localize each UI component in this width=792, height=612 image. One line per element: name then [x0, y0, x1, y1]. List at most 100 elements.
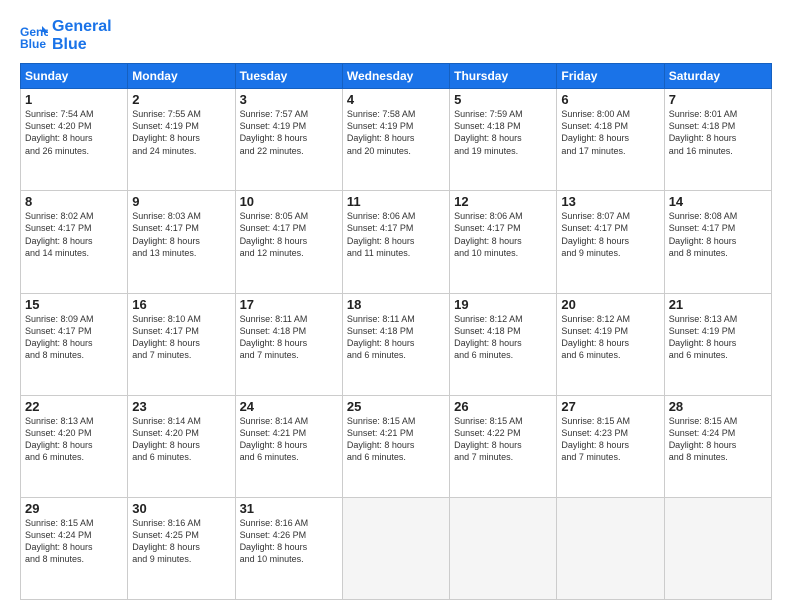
day-cell-3: 3Sunrise: 7:57 AMSunset: 4:19 PMDaylight… — [235, 89, 342, 191]
day-info: Sunrise: 8:06 AMSunset: 4:17 PMDaylight:… — [347, 210, 445, 259]
day-cell-19: 19Sunrise: 8:12 AMSunset: 4:18 PMDayligh… — [450, 293, 557, 395]
day-cell-23: 23Sunrise: 8:14 AMSunset: 4:20 PMDayligh… — [128, 395, 235, 497]
day-cell-22: 22Sunrise: 8:13 AMSunset: 4:20 PMDayligh… — [21, 395, 128, 497]
day-info: Sunrise: 7:57 AMSunset: 4:19 PMDaylight:… — [240, 108, 338, 157]
weekday-header-saturday: Saturday — [664, 64, 771, 89]
day-info: Sunrise: 8:13 AMSunset: 4:20 PMDaylight:… — [25, 415, 123, 464]
day-info: Sunrise: 8:12 AMSunset: 4:18 PMDaylight:… — [454, 313, 552, 362]
day-info: Sunrise: 8:05 AMSunset: 4:17 PMDaylight:… — [240, 210, 338, 259]
day-cell-27: 27Sunrise: 8:15 AMSunset: 4:23 PMDayligh… — [557, 395, 664, 497]
day-info: Sunrise: 7:55 AMSunset: 4:19 PMDaylight:… — [132, 108, 230, 157]
day-cell-16: 16Sunrise: 8:10 AMSunset: 4:17 PMDayligh… — [128, 293, 235, 395]
weekday-header-thursday: Thursday — [450, 64, 557, 89]
day-info: Sunrise: 8:12 AMSunset: 4:19 PMDaylight:… — [561, 313, 659, 362]
day-number: 12 — [454, 194, 552, 209]
day-number: 10 — [240, 194, 338, 209]
day-cell-9: 9Sunrise: 8:03 AMSunset: 4:17 PMDaylight… — [128, 191, 235, 293]
day-info: Sunrise: 8:11 AMSunset: 4:18 PMDaylight:… — [347, 313, 445, 362]
day-info: Sunrise: 8:07 AMSunset: 4:17 PMDaylight:… — [561, 210, 659, 259]
day-number: 2 — [132, 92, 230, 107]
day-info: Sunrise: 8:14 AMSunset: 4:21 PMDaylight:… — [240, 415, 338, 464]
week-row-1: 1Sunrise: 7:54 AMSunset: 4:20 PMDaylight… — [21, 89, 772, 191]
day-info: Sunrise: 8:15 AMSunset: 4:24 PMDaylight:… — [25, 517, 123, 566]
day-info: Sunrise: 7:59 AMSunset: 4:18 PMDaylight:… — [454, 108, 552, 157]
day-number: 30 — [132, 501, 230, 516]
logo-text: GeneralBlue — [52, 18, 112, 53]
day-info: Sunrise: 8:06 AMSunset: 4:17 PMDaylight:… — [454, 210, 552, 259]
header: General Blue GeneralBlue — [20, 18, 772, 53]
day-number: 3 — [240, 92, 338, 107]
page: General Blue GeneralBlue SundayMondayTue… — [0, 0, 792, 612]
day-cell-18: 18Sunrise: 8:11 AMSunset: 4:18 PMDayligh… — [342, 293, 449, 395]
empty-cell — [342, 497, 449, 599]
day-cell-30: 30Sunrise: 8:16 AMSunset: 4:25 PMDayligh… — [128, 497, 235, 599]
day-cell-24: 24Sunrise: 8:14 AMSunset: 4:21 PMDayligh… — [235, 395, 342, 497]
week-row-3: 15Sunrise: 8:09 AMSunset: 4:17 PMDayligh… — [21, 293, 772, 395]
day-cell-31: 31Sunrise: 8:16 AMSunset: 4:26 PMDayligh… — [235, 497, 342, 599]
empty-cell — [450, 497, 557, 599]
weekday-header-sunday: Sunday — [21, 64, 128, 89]
day-cell-12: 12Sunrise: 8:06 AMSunset: 4:17 PMDayligh… — [450, 191, 557, 293]
week-row-2: 8Sunrise: 8:02 AMSunset: 4:17 PMDaylight… — [21, 191, 772, 293]
empty-cell — [664, 497, 771, 599]
day-info: Sunrise: 8:15 AMSunset: 4:22 PMDaylight:… — [454, 415, 552, 464]
day-info: Sunrise: 8:00 AMSunset: 4:18 PMDaylight:… — [561, 108, 659, 157]
day-info: Sunrise: 8:16 AMSunset: 4:25 PMDaylight:… — [132, 517, 230, 566]
day-cell-4: 4Sunrise: 7:58 AMSunset: 4:19 PMDaylight… — [342, 89, 449, 191]
weekday-header-friday: Friday — [557, 64, 664, 89]
day-cell-8: 8Sunrise: 8:02 AMSunset: 4:17 PMDaylight… — [21, 191, 128, 293]
day-number: 5 — [454, 92, 552, 107]
day-info: Sunrise: 8:08 AMSunset: 4:17 PMDaylight:… — [669, 210, 767, 259]
day-number: 16 — [132, 297, 230, 312]
day-number: 31 — [240, 501, 338, 516]
day-info: Sunrise: 7:58 AMSunset: 4:19 PMDaylight:… — [347, 108, 445, 157]
weekday-header-row: SundayMondayTuesdayWednesdayThursdayFrid… — [21, 64, 772, 89]
empty-cell — [557, 497, 664, 599]
day-cell-17: 17Sunrise: 8:11 AMSunset: 4:18 PMDayligh… — [235, 293, 342, 395]
day-number: 25 — [347, 399, 445, 414]
day-cell-6: 6Sunrise: 8:00 AMSunset: 4:18 PMDaylight… — [557, 89, 664, 191]
day-info: Sunrise: 8:13 AMSunset: 4:19 PMDaylight:… — [669, 313, 767, 362]
day-number: 18 — [347, 297, 445, 312]
day-cell-21: 21Sunrise: 8:13 AMSunset: 4:19 PMDayligh… — [664, 293, 771, 395]
week-row-4: 22Sunrise: 8:13 AMSunset: 4:20 PMDayligh… — [21, 395, 772, 497]
logo: General Blue GeneralBlue — [20, 18, 112, 53]
day-number: 8 — [25, 194, 123, 209]
day-number: 14 — [669, 194, 767, 209]
day-number: 11 — [347, 194, 445, 209]
day-info: Sunrise: 8:15 AMSunset: 4:23 PMDaylight:… — [561, 415, 659, 464]
day-info: Sunrise: 8:15 AMSunset: 4:24 PMDaylight:… — [669, 415, 767, 464]
day-cell-5: 5Sunrise: 7:59 AMSunset: 4:18 PMDaylight… — [450, 89, 557, 191]
day-number: 13 — [561, 194, 659, 209]
weekday-header-monday: Monday — [128, 64, 235, 89]
day-info: Sunrise: 8:14 AMSunset: 4:20 PMDaylight:… — [132, 415, 230, 464]
day-cell-14: 14Sunrise: 8:08 AMSunset: 4:17 PMDayligh… — [664, 191, 771, 293]
day-cell-28: 28Sunrise: 8:15 AMSunset: 4:24 PMDayligh… — [664, 395, 771, 497]
day-number: 17 — [240, 297, 338, 312]
day-number: 1 — [25, 92, 123, 107]
day-cell-26: 26Sunrise: 8:15 AMSunset: 4:22 PMDayligh… — [450, 395, 557, 497]
day-info: Sunrise: 8:03 AMSunset: 4:17 PMDaylight:… — [132, 210, 230, 259]
weekday-header-wednesday: Wednesday — [342, 64, 449, 89]
day-number: 20 — [561, 297, 659, 312]
day-cell-7: 7Sunrise: 8:01 AMSunset: 4:18 PMDaylight… — [664, 89, 771, 191]
day-cell-10: 10Sunrise: 8:05 AMSunset: 4:17 PMDayligh… — [235, 191, 342, 293]
day-info: Sunrise: 8:02 AMSunset: 4:17 PMDaylight:… — [25, 210, 123, 259]
day-cell-2: 2Sunrise: 7:55 AMSunset: 4:19 PMDaylight… — [128, 89, 235, 191]
day-cell-1: 1Sunrise: 7:54 AMSunset: 4:20 PMDaylight… — [21, 89, 128, 191]
day-info: Sunrise: 8:01 AMSunset: 4:18 PMDaylight:… — [669, 108, 767, 157]
day-info: Sunrise: 7:54 AMSunset: 4:20 PMDaylight:… — [25, 108, 123, 157]
day-number: 28 — [669, 399, 767, 414]
day-number: 15 — [25, 297, 123, 312]
day-number: 4 — [347, 92, 445, 107]
day-number: 29 — [25, 501, 123, 516]
svg-text:Blue: Blue — [20, 37, 46, 50]
day-info: Sunrise: 8:09 AMSunset: 4:17 PMDaylight:… — [25, 313, 123, 362]
day-number: 9 — [132, 194, 230, 209]
day-info: Sunrise: 8:16 AMSunset: 4:26 PMDaylight:… — [240, 517, 338, 566]
day-cell-15: 15Sunrise: 8:09 AMSunset: 4:17 PMDayligh… — [21, 293, 128, 395]
day-number: 22 — [25, 399, 123, 414]
day-number: 6 — [561, 92, 659, 107]
weekday-header-tuesday: Tuesday — [235, 64, 342, 89]
day-info: Sunrise: 8:10 AMSunset: 4:17 PMDaylight:… — [132, 313, 230, 362]
